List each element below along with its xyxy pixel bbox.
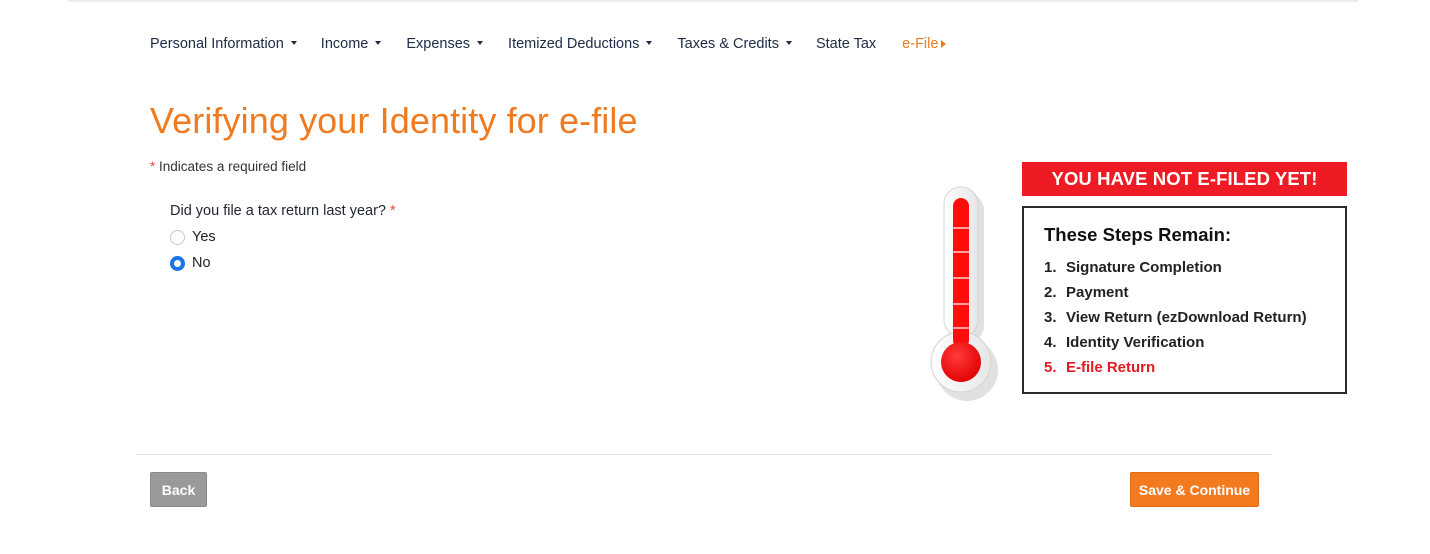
caret-down-icon [785, 41, 792, 45]
required-star: * [390, 203, 396, 219]
radio-label-yes: Yes [192, 229, 216, 245]
thermometer-icon [930, 186, 998, 401]
steps-title: These Steps Remain: [1044, 224, 1232, 245]
caret-down-icon [646, 41, 653, 45]
radio-button-yes[interactable] [170, 229, 185, 245]
step-number: 3. [1044, 309, 1057, 326]
nav-label: Itemized Deductions [508, 36, 640, 52]
step-item: 1. Signature Completion [1044, 255, 1345, 280]
radio-label-no: No [192, 255, 211, 271]
nav-state-tax[interactable]: State Tax [816, 36, 876, 52]
step-number: 5. [1044, 359, 1057, 376]
step-item-current: 5. E-file Return [1044, 355, 1345, 380]
remaining-steps-box: These Steps Remain: 1. Signature Complet… [1022, 206, 1347, 394]
nav-income[interactable]: Income [321, 36, 382, 52]
nav-taxes-credits[interactable]: Taxes & Credits [677, 36, 792, 52]
not-efiled-banner: YOU HAVE NOT E-FILED YET! [1022, 162, 1347, 196]
top-shadow [68, 0, 1358, 3]
nav-expenses[interactable]: Expenses [406, 36, 484, 52]
nav-personal-information[interactable]: Personal Information [150, 36, 297, 52]
radio-button-no[interactable] [170, 255, 185, 271]
nav-itemized-deductions[interactable]: Itemized Deductions [508, 36, 653, 52]
step-item: 2. Payment [1044, 280, 1345, 305]
radio-option-yes[interactable]: Yes [170, 229, 216, 245]
nav-label: Expenses [406, 36, 471, 52]
step-number: 2. [1044, 284, 1057, 301]
nav-label: State Tax [815, 36, 877, 52]
step-label: E-file Return [1066, 359, 1156, 376]
main-nav: Personal Information Income Expenses Ite… [150, 34, 947, 54]
step-item: 4. Identity Verification [1044, 330, 1345, 355]
back-button[interactable]: Back [150, 472, 207, 507]
nav-label: Personal Information [150, 36, 284, 52]
step-number: 4. [1044, 334, 1057, 351]
caret-right-icon [941, 40, 947, 48]
question-filed-last-year: Did you file a tax return last year? * [170, 203, 396, 219]
required-note-text: Indicates a required field [159, 159, 307, 174]
step-label: Identity Verification [1066, 334, 1205, 351]
nav-label: e-File [902, 36, 939, 52]
caret-down-icon [477, 41, 484, 45]
page-title: Verifying your Identity for e-file [150, 100, 638, 141]
step-number: 1. [1044, 259, 1057, 276]
radio-option-no[interactable]: No [170, 255, 211, 271]
nav-e-file[interactable]: e-File [902, 36, 947, 52]
step-label: View Return (ezDownload Return) [1066, 309, 1307, 326]
step-label: Signature Completion [1066, 259, 1222, 276]
step-label: Payment [1066, 284, 1129, 301]
save-continue-button[interactable]: Save & Continue [1130, 472, 1259, 507]
required-field-note: * Indicates a required field [150, 159, 306, 174]
required-star: * [150, 159, 156, 174]
caret-down-icon [375, 41, 382, 45]
footer-divider [136, 454, 1272, 455]
nav-label: Income [320, 36, 369, 52]
question-label: Did you file a tax return last year? [170, 203, 386, 219]
caret-down-icon [290, 41, 297, 45]
step-item: 3. View Return (ezDownload Return) [1044, 305, 1345, 330]
nav-label: Taxes & Credits [677, 36, 779, 52]
